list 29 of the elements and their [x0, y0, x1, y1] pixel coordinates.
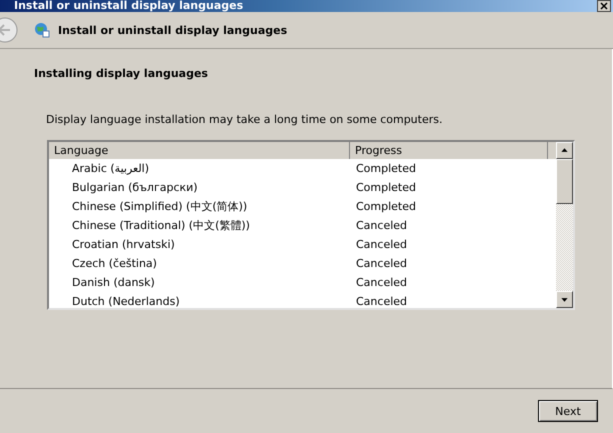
language-name: Croatian (hrvatski)	[71, 237, 176, 253]
progress-status: Completed	[355, 180, 417, 196]
progress-status: Completed	[355, 199, 417, 215]
language-name: Chinese (Traditional) (中文(繁體))	[71, 218, 251, 234]
scrollbar[interactable]	[556, 142, 573, 308]
column-header[interactable]: Language	[49, 142, 350, 159]
language-name: Czech (čeština)	[71, 256, 158, 272]
progress-status: Canceled	[355, 294, 408, 308]
progress-status: Canceled	[355, 275, 408, 291]
scroll-down-icon[interactable]	[556, 291, 573, 308]
column-header[interactable]: Progress	[350, 142, 548, 159]
close-icon[interactable]	[597, 0, 611, 12]
progress-status: Canceled	[355, 256, 408, 272]
globe-icon	[34, 22, 50, 38]
language-name: Danish (dansk)	[71, 275, 156, 291]
section-heading: Installing display languages	[34, 67, 209, 80]
language-name: Bulgarian (български)	[71, 180, 199, 196]
page-title: Install or uninstall display languages	[58, 24, 288, 36]
language-name: Dutch (Nederlands)	[71, 294, 181, 308]
window-title: Install or uninstall display languages	[14, 0, 244, 12]
progress-status: Canceled	[355, 237, 408, 253]
next-button[interactable]: Next	[538, 400, 598, 422]
language-name: Chinese (Simplified) (中文(简体))	[71, 199, 248, 215]
scroll-up-icon[interactable]	[556, 142, 573, 159]
progress-status: Completed	[355, 161, 417, 177]
description-text: Display language installation may take a long time on some computers.	[46, 113, 444, 126]
language-name: Arabic (العربية)	[71, 161, 150, 177]
progress-status: Canceled	[355, 218, 408, 234]
scroll-thumb[interactable]	[556, 159, 573, 204]
